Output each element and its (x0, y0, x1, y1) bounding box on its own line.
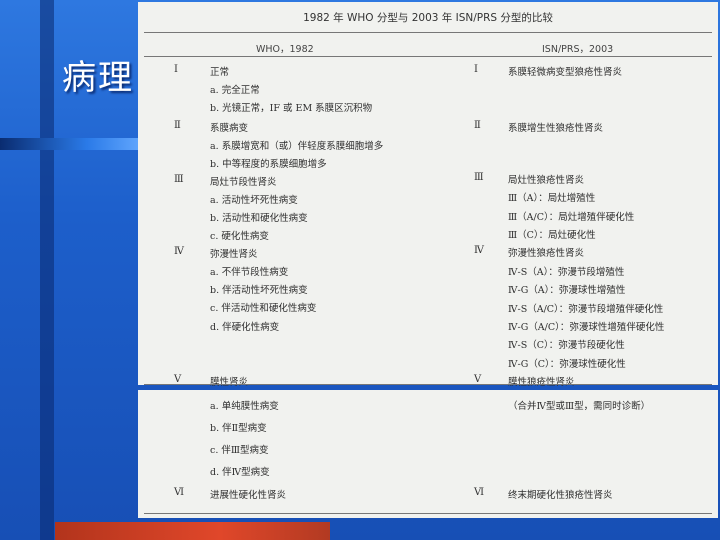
comparison-table-image-lower: a. 单纯膜性病变 b. 伴Ⅱ型病变 c. 伴Ⅲ型病变 d. 伴Ⅳ型病变 Ⅵ 进展性硬化性… (138, 390, 718, 518)
class-name: 正常 (210, 67, 230, 78)
subclass-item: Ⅳ-G（C）：弥漫球性硬化性 (508, 359, 626, 370)
table-rule-split (144, 384, 712, 385)
subclass-item: a. 不伴节段性病变 (210, 267, 289, 278)
subclass-item: Ⅲ（A）：局灶增殖性 (508, 193, 596, 204)
subclass-item: b. 伴活动性坏死性病变 (210, 285, 308, 296)
class-number: Ⅲ (474, 172, 484, 183)
class-number: Ⅱ (174, 120, 181, 131)
subclass-item: Ⅲ（A/C）：局灶增殖伴硬化性 (508, 212, 635, 223)
class-name: 终末期硬化性狼疮性肾炎 (508, 490, 613, 501)
subclass-item: Ⅳ-G（A）：弥漫球性增殖性 (508, 285, 626, 296)
class-name: 弥漫性肾炎 (210, 249, 258, 260)
subclass-item: b. 伴Ⅱ型病变 (210, 423, 267, 434)
subclass-item: Ⅳ-S（A）：弥漫节段增殖性 (508, 267, 625, 278)
decorative-stripe-left (40, 0, 54, 540)
subclass-item: d. 伴Ⅳ型病变 (210, 467, 270, 478)
class-name: 局灶性狼疮性肾炎 (508, 175, 585, 186)
subclass-item: d. 伴硬化性病变 (210, 322, 280, 333)
subclass-item: （合并Ⅳ型或Ⅲ型，需同时诊断） (508, 401, 651, 412)
subclass-item: c. 伴Ⅲ型病变 (210, 445, 269, 456)
subclass-item: c. 硬化性病变 (210, 231, 269, 242)
slide-title: 病理 (62, 58, 134, 98)
table-rule-top (144, 32, 712, 33)
decorative-bar-bottom (55, 522, 330, 540)
subclass-item: a. 系膜增宽和（或）伴轻度系膜细胞增多 (210, 141, 384, 152)
class-number: Ⅳ (174, 246, 184, 257)
subclass-item: b. 中等程度的系膜细胞增多 (210, 159, 327, 170)
subclass-item: a. 活动性坏死性病变 (210, 195, 298, 206)
subclass-item: b. 活动性和硬化性病变 (210, 213, 308, 224)
class-name: 膜性狼疮性肾炎 (508, 377, 575, 388)
class-number: Ⅵ (174, 487, 185, 498)
decorative-bar-left (0, 138, 145, 150)
comparison-table-image: 1982 年 WHO 分型与 2003 年 ISN/PRS 分型的比较 WHO，… (138, 2, 718, 388)
class-number: Ⅲ (174, 174, 184, 185)
subclass-item: Ⅳ-S（C）：弥漫节段硬化性 (508, 340, 625, 351)
class-number: Ⅳ (474, 245, 484, 256)
subclass-item: b. 光镜正常，IF 或 EM 系膜区沉积物 (210, 103, 373, 114)
class-name: 系膜病变 (210, 123, 249, 134)
class-name: 系膜轻微病变型狼疮性肾炎 (508, 67, 623, 78)
subclass-item: c. 伴活动性和硬化性病变 (210, 303, 317, 314)
class-name: 系膜增生性狼疮性肾炎 (508, 123, 604, 134)
class-number: Ⅰ (474, 64, 478, 75)
class-number: Ⅰ (174, 64, 178, 75)
class-name: 膜性肾炎 (210, 377, 249, 388)
class-number: Ⅱ (474, 120, 481, 131)
table-title: 1982 年 WHO 分型与 2003 年 ISN/PRS 分型的比较 (303, 12, 553, 24)
table-rule-bottom (144, 513, 712, 514)
class-name: 弥漫性狼疮性肾炎 (508, 248, 585, 259)
table-rule-header (144, 56, 712, 57)
subclass-item: Ⅳ-G（A/C）：弥漫球性增殖伴硬化性 (508, 322, 665, 333)
subclass-item: Ⅲ（C）：局灶硬化性 (508, 230, 596, 241)
subclass-item: a. 单纯膜性病变 (210, 401, 279, 412)
subclass-item: a. 完全正常 (210, 85, 260, 96)
header-right: ISN/PRS，2003 (542, 44, 614, 55)
class-number: Ⅵ (474, 487, 485, 498)
class-name: 局灶节段性肾炎 (210, 177, 277, 188)
header-left: WHO，1982 (256, 44, 314, 55)
class-name: 进展性硬化性肾炎 (210, 490, 287, 501)
subclass-item: Ⅳ-S（A/C）：弥漫节段增殖伴硬化性 (508, 304, 664, 315)
